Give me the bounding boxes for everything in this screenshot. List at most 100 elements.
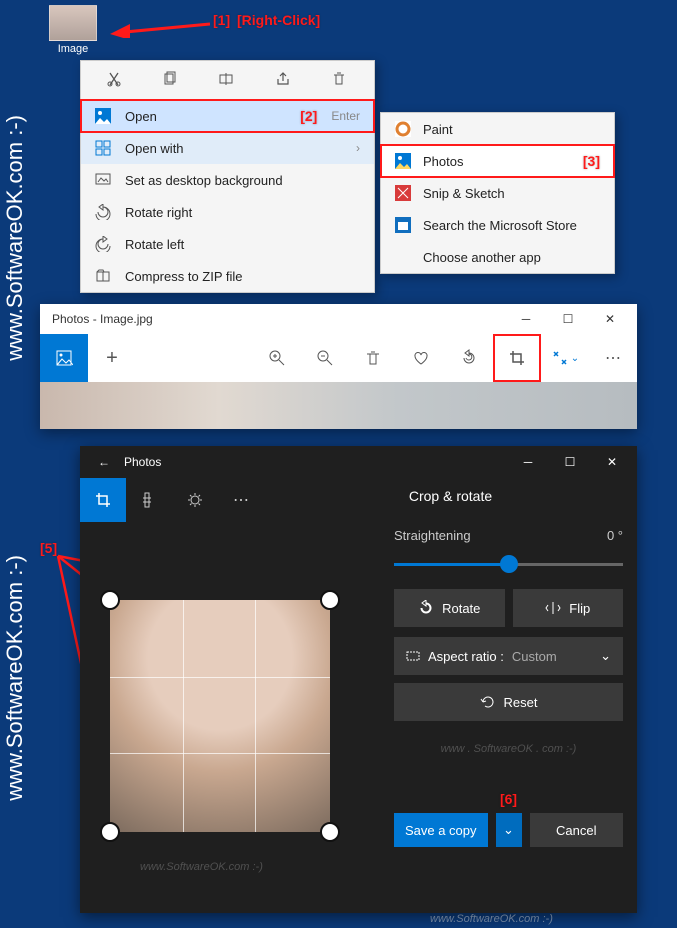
context-menu-compress[interactable]: Compress to ZIP file	[81, 260, 374, 292]
panel-title: Crop & rotate	[264, 478, 637, 522]
photos-editor-titlebar[interactable]: ← Photos ─ ☐ ✕	[80, 446, 637, 478]
reset-label: Reset	[504, 695, 538, 710]
submenu-store[interactable]: Search the Microsoft Store	[381, 209, 614, 241]
editor-maximize-button[interactable]: ☐	[549, 447, 591, 477]
rotate-right-label: Rotate right	[125, 205, 360, 220]
zoom-out-button[interactable]	[301, 334, 349, 382]
arrow-to-icon	[110, 18, 210, 38]
open-label: Open	[125, 109, 286, 124]
paint-app-icon	[395, 121, 411, 137]
photos-viewer-titlebar[interactable]: Photos - Image.jpg ─ ☐ ✕	[40, 304, 637, 334]
aspect-label: Aspect ratio :	[428, 649, 504, 664]
context-menu-open[interactable]: Open [2] Enter	[81, 100, 374, 132]
open-with-icon	[95, 140, 111, 156]
set-background-label: Set as desktop background	[125, 173, 360, 188]
desktop-file-label: Image	[43, 43, 103, 55]
adjust-tab[interactable]	[172, 478, 218, 522]
photos-editor-window: ← Photos ─ ☐ ✕ ⋯ Crop & rotate	[80, 446, 637, 913]
editor-close-button[interactable]: ✕	[591, 447, 633, 477]
reset-button[interactable]: Reset	[394, 683, 623, 721]
crop-canvas[interactable]: www.SoftwareOK.com :-)	[80, 522, 380, 913]
flip-action-icon	[545, 600, 561, 616]
context-menu-open-with[interactable]: Open with ›	[81, 132, 374, 164]
photos-viewer-window: Photos - Image.jpg ─ ☐ ✕ + ⌄ ⋯	[40, 304, 637, 429]
save-copy-button[interactable]: Save a copy	[394, 813, 488, 847]
zoom-in-button[interactable]	[253, 334, 301, 382]
desktop-bg-icon	[95, 172, 111, 188]
delete-icon[interactable]	[331, 71, 349, 89]
add-button[interactable]: +	[88, 334, 136, 382]
minimize-button[interactable]: ─	[505, 304, 547, 334]
photos-viewer-toolbar: + ⌄ ⋯	[40, 334, 637, 382]
submenu-paint[interactable]: Paint	[381, 113, 614, 145]
crop-tab[interactable]	[80, 478, 126, 522]
slider-thumb[interactable]	[500, 555, 518, 573]
image-icon	[95, 108, 111, 124]
photos-label: Photos	[423, 154, 463, 169]
delete-button[interactable]	[349, 334, 397, 382]
open-with-submenu: Paint Photos [3] Snip & Sketch Search th…	[380, 112, 615, 274]
rotate-button[interactable]	[445, 334, 493, 382]
store-label: Search the Microsoft Store	[423, 218, 577, 233]
photos-editor-title: Photos	[124, 455, 161, 469]
watermark-panel: www . SoftwareOK . com :-)	[394, 743, 623, 755]
rotate-right-icon	[95, 204, 111, 220]
crop-button[interactable]	[493, 334, 541, 382]
save-copy-split-button[interactable]: ⌄	[496, 813, 522, 847]
editor-minimize-button[interactable]: ─	[507, 447, 549, 477]
more-button[interactable]: ⋯	[589, 334, 637, 382]
rotate-action-label: Rotate	[442, 601, 480, 616]
more-tab[interactable]: ⋯	[218, 478, 264, 522]
maximize-button[interactable]: ☐	[547, 304, 589, 334]
back-button[interactable]: ←	[84, 446, 124, 478]
watermark-vertical-1: www.SoftwareOK.com :-)	[2, 115, 28, 361]
view-all-button[interactable]	[40, 334, 88, 382]
crop-handle-bottom-right[interactable]	[320, 822, 340, 842]
submenu-photos[interactable]: Photos [3]	[381, 145, 614, 177]
crop-side-panel: Straightening 0 ° Rotate Flip Aspect rat…	[380, 522, 637, 913]
photos-app-icon	[395, 153, 411, 169]
rotate-action-icon	[418, 600, 434, 616]
watermark-footer: www.SoftwareOK.com :-)	[430, 913, 553, 925]
choose-label: Choose another app	[423, 250, 541, 265]
filters-tab[interactable]	[126, 478, 172, 522]
close-button[interactable]: ✕	[589, 304, 631, 334]
crop-frame[interactable]	[110, 600, 330, 832]
desktop-file-icon[interactable]: Image	[43, 5, 103, 55]
favorite-button[interactable]	[397, 334, 445, 382]
reset-icon	[480, 694, 496, 710]
copy-icon[interactable]	[162, 71, 180, 89]
flip-action-label: Flip	[569, 601, 590, 616]
annotation-1-text: [Right-Click]	[237, 12, 320, 28]
cancel-button[interactable]: Cancel	[530, 813, 624, 847]
zip-icon	[95, 268, 111, 284]
context-menu-rotate-left[interactable]: Rotate left	[81, 228, 374, 260]
annotation-2: [2]	[300, 108, 317, 124]
cut-icon[interactable]	[106, 71, 124, 89]
share-icon[interactable]	[275, 71, 293, 89]
chevron-right-icon: ›	[356, 141, 360, 155]
crop-handle-top-right[interactable]	[320, 590, 340, 610]
aspect-ratio-dropdown[interactable]: Aspect ratio : Custom ⌄	[394, 637, 623, 675]
rename-icon[interactable]	[218, 71, 236, 89]
crop-handle-top-left[interactable]	[100, 590, 120, 610]
edit-button[interactable]: ⌄	[541, 334, 589, 382]
annotation-3: [3]	[583, 153, 600, 169]
context-menu-set-background[interactable]: Set as desktop background	[81, 164, 374, 196]
straightening-value: 0 °	[607, 528, 623, 543]
submenu-choose-another[interactable]: Choose another app	[381, 241, 614, 273]
chevron-down-icon: ⌄	[600, 648, 611, 664]
editor-tabs: ⋯	[80, 478, 264, 522]
context-menu-rotate-right[interactable]: Rotate right	[81, 196, 374, 228]
context-menu-quick-actions	[81, 61, 374, 100]
photo-preview-strip	[40, 382, 637, 429]
rotate-action-button[interactable]: Rotate	[394, 589, 505, 627]
paint-label: Paint	[423, 122, 453, 137]
straightening-slider[interactable]	[394, 549, 623, 579]
submenu-snip[interactable]: Snip & Sketch	[381, 177, 614, 209]
watermark-vertical-2: www.SoftwareOK.com :-)	[2, 555, 28, 801]
crop-handle-bottom-left[interactable]	[100, 822, 120, 842]
flip-action-button[interactable]: Flip	[513, 589, 624, 627]
photos-viewer-title: Photos - Image.jpg	[46, 312, 153, 326]
rotate-left-icon	[95, 236, 111, 252]
